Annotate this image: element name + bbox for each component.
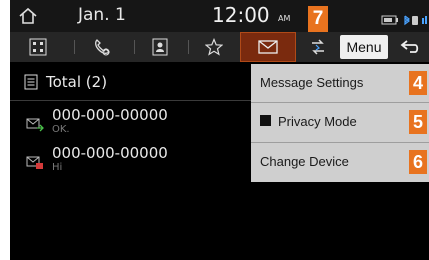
callout-badge: 7 [308,6,328,32]
switch-device-icon[interactable] [302,32,334,62]
callout-badge: 6 [409,150,427,174]
menu-item-label: Privacy Mode [278,114,357,129]
options-menu: Message Settings 4 Privacy Mode 5 Change… [251,64,429,182]
list-header: Total (2) [10,64,270,100]
clock-ampm: AM [278,14,291,23]
contacts-icon[interactable] [140,32,180,62]
phone-number: 000-000-00000 [52,106,168,124]
message-row[interactable]: 000-000-00000 OK. [10,106,260,144]
bluetooth-phone-icon [404,15,427,26]
divider [10,100,260,101]
toolbar-divider [134,40,135,54]
sent-message-icon [26,116,44,132]
menu-button[interactable]: Menu [340,35,388,59]
total-count: Total (2) [46,73,108,91]
message-preview: OK. [52,124,70,135]
toolbar-divider [74,40,75,54]
dial-pad-icon[interactable] [18,32,58,62]
message-row[interactable]: 000-000-00000 Hi [10,144,260,182]
status-icons [374,11,429,26]
callout-badge: 5 [409,110,427,134]
menu-item-privacy-mode[interactable]: Privacy Mode 5 [251,103,429,141]
menu-item-label: Change Device [260,154,349,169]
battery-icon [381,15,398,25]
privacy-mode-checkbox[interactable] [260,115,271,126]
toolbar: Menu [10,32,429,62]
menu-item-message-settings[interactable]: Message Settings 4 [251,64,429,102]
date-label: Jan. 1 [78,5,126,25]
list-icon [24,74,38,90]
back-icon[interactable] [394,32,426,62]
status-bar: Jan. 1 12:00 AM 7 [10,0,429,32]
home-icon[interactable] [18,7,38,25]
message-preview: Hi [52,162,63,173]
callout-badge: 4 [409,71,427,95]
received-message-icon [26,154,44,170]
call-history-icon[interactable] [82,32,122,62]
phone-number: 000-000-00000 [52,144,168,162]
toolbar-divider [188,40,189,54]
clock-time: 12:00 [212,3,270,27]
infotainment-screen: Jan. 1 12:00 AM 7 Menu Total (2) 000-000… [10,0,429,260]
favorites-star-icon[interactable] [194,32,234,62]
menu-item-label: Message Settings [260,75,364,90]
messages-envelope-icon[interactable] [240,32,296,62]
menu-item-change-device[interactable]: Change Device 6 [251,143,429,181]
